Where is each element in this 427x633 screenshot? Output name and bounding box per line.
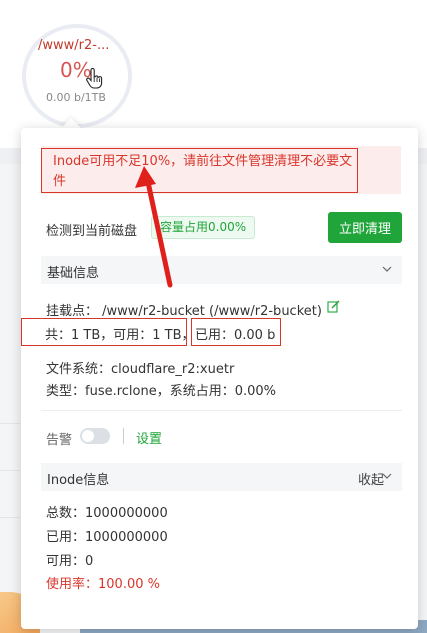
alarm-settings-link[interactable]: 设置 xyxy=(136,428,162,447)
chevron-down-icon xyxy=(382,266,392,272)
toggle-knob xyxy=(82,430,94,442)
edit-icon[interactable] xyxy=(327,300,340,313)
separator xyxy=(123,428,124,444)
alarm-toggle[interactable] xyxy=(80,428,110,444)
detect-label: 检测到当前磁盘 xyxy=(46,224,138,239)
background-divider xyxy=(0,470,20,471)
inode-info-header[interactable]: Inode信息 收起 xyxy=(41,463,402,491)
disk-size: 0.00 b/1TB xyxy=(46,91,106,104)
type-info: 类型：fuse.rclone，系统占用：0.00% xyxy=(46,384,277,399)
used-info: 已用：0.00 b xyxy=(195,328,276,343)
section-divider xyxy=(41,410,402,411)
basic-info-header[interactable]: 基础信息 xyxy=(41,256,402,284)
mount-point: 挂载点： /www/r2-bucket (/www/r2-bucket) xyxy=(46,304,322,319)
clean-now-button[interactable]: 立即清理 xyxy=(328,212,402,243)
capacity-info: 共：1 TB，可用：1 TB， xyxy=(45,328,195,343)
inode-available: 可用：0 xyxy=(46,554,94,569)
basic-info-title: 基础信息 xyxy=(47,266,100,281)
usage-badge: 容量占用0.00% xyxy=(151,216,256,239)
collapse-label[interactable]: 收起 xyxy=(358,469,384,488)
disk-path: /www/r2-... xyxy=(38,38,110,53)
inode-usage-rate: 使用率：100.00 % xyxy=(46,577,160,592)
inode-info-title: Inode信息 xyxy=(47,473,110,488)
hand-cursor-icon xyxy=(86,68,103,89)
alert-message: Inode可用不足10%，请前往文件管理清理不必要文件 xyxy=(53,154,353,189)
inode-total: 总数：1000000000 xyxy=(46,506,168,521)
disk-detail-popup: Inode可用不足10%，请前往文件管理清理不必要文件 检测到当前磁盘 容量占用… xyxy=(21,128,418,629)
background-divider xyxy=(0,423,20,424)
filesystem-info: 文件系统：cloudflare_r2:xuetr xyxy=(46,362,235,377)
inode-used: 已用：1000000000 xyxy=(46,530,168,545)
chevron-down-icon[interactable] xyxy=(382,471,392,481)
alarm-label: 告警 xyxy=(46,433,73,448)
background-divider xyxy=(0,517,20,518)
